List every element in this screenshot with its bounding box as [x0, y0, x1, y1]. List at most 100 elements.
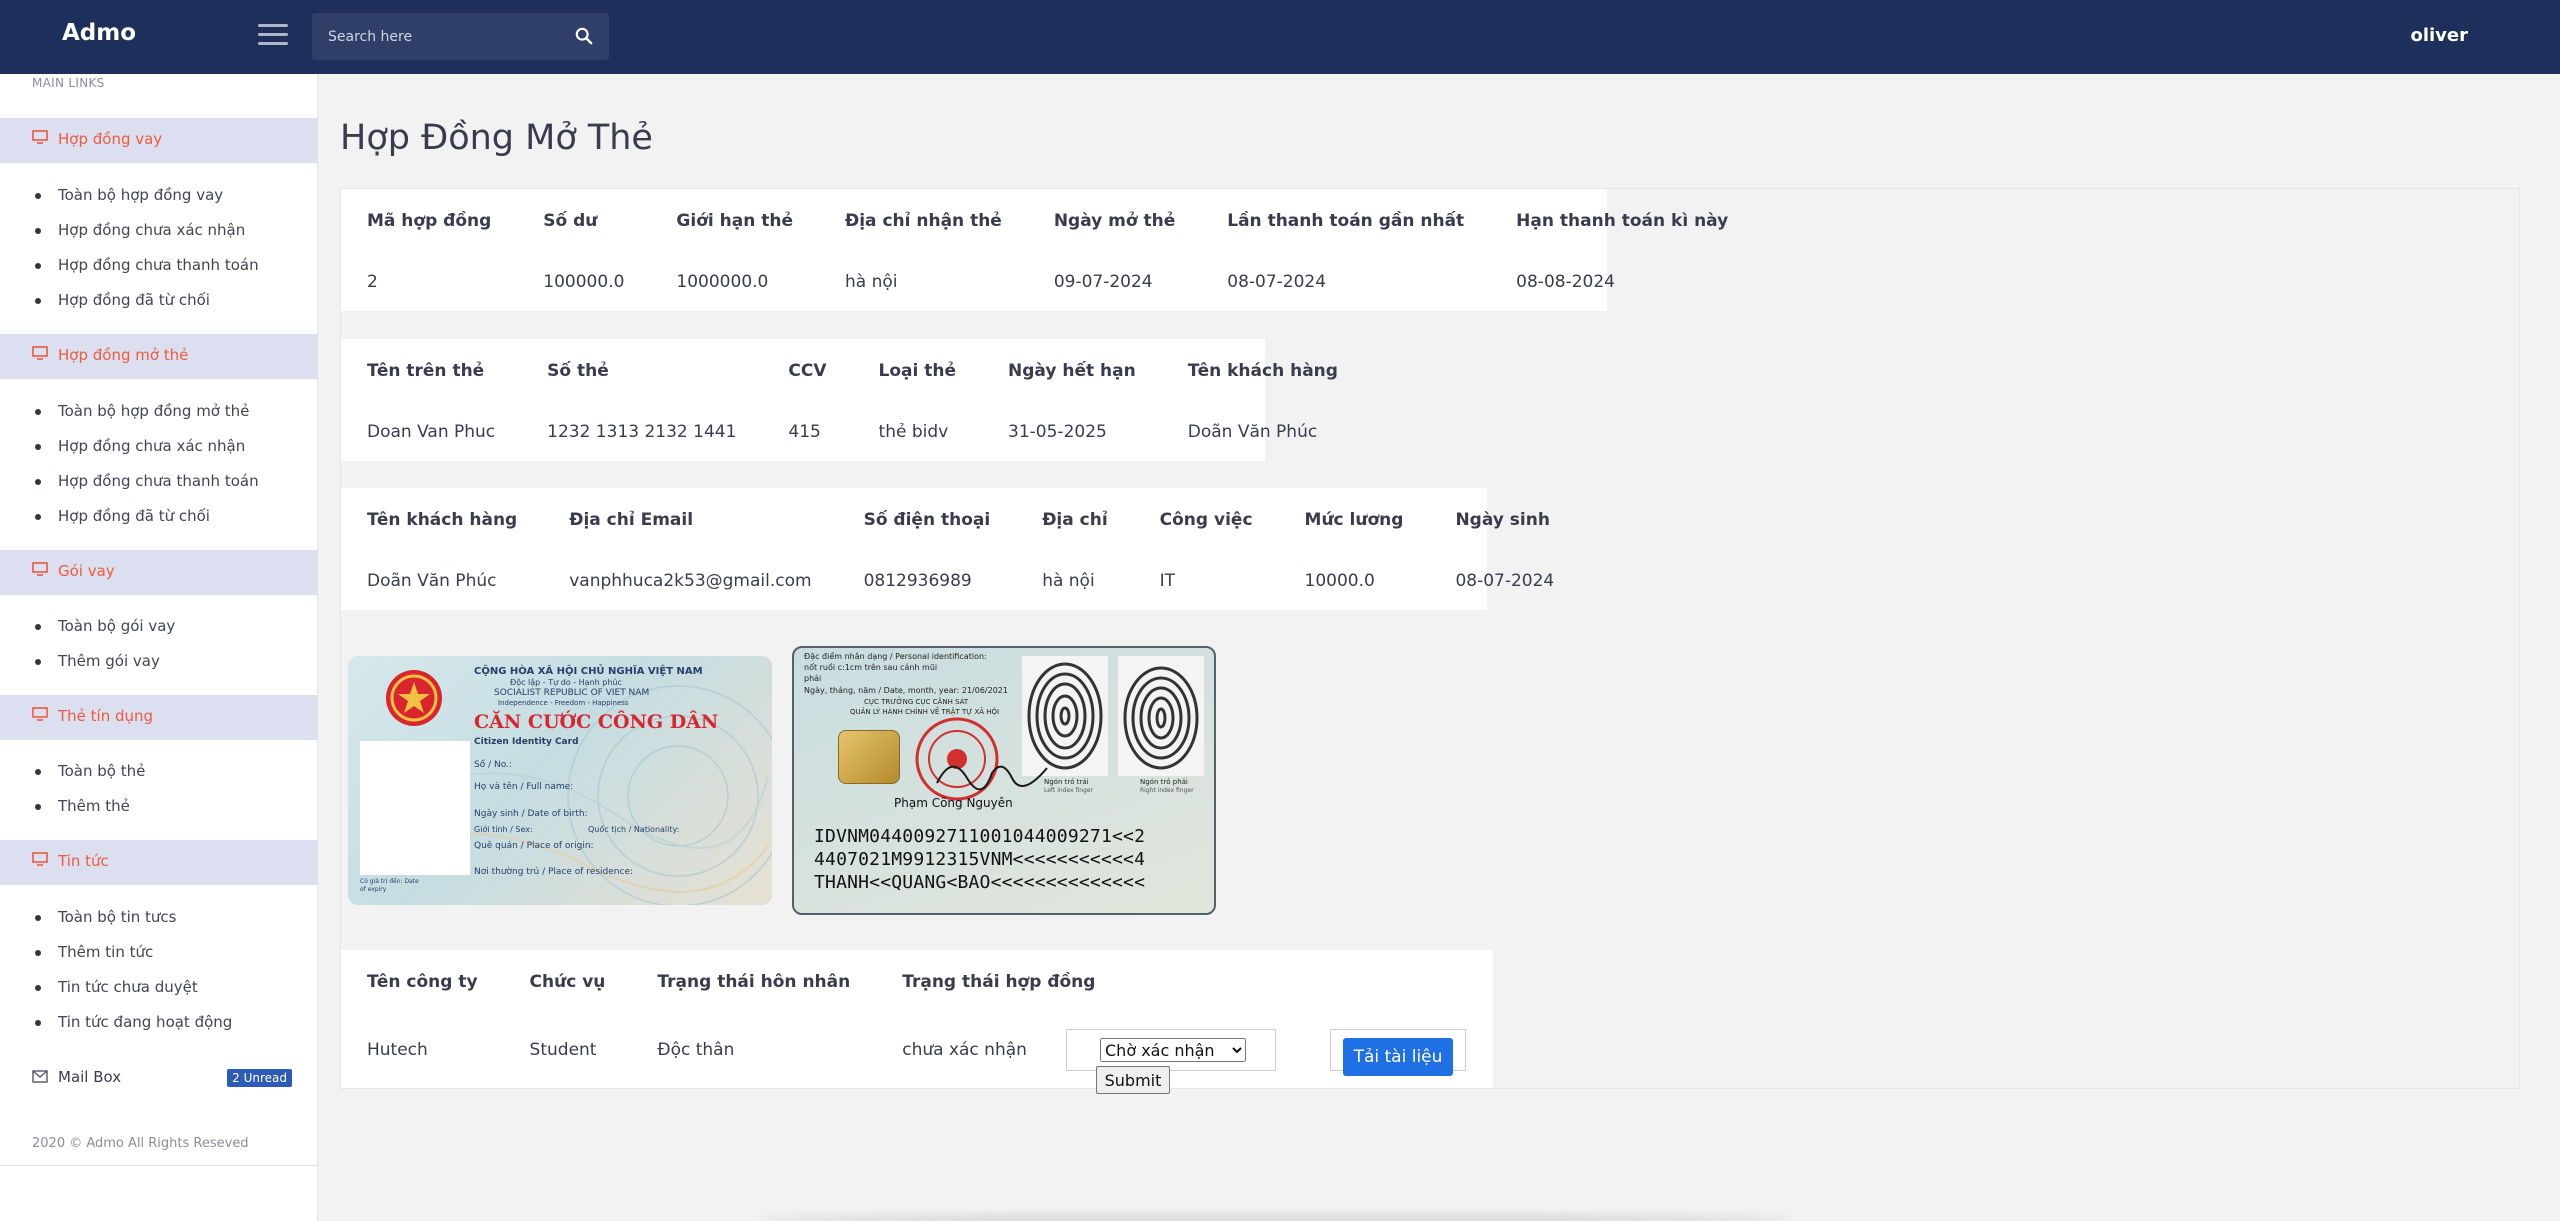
id-back-text: Right index finger	[1140, 787, 1194, 794]
table-header: Trạng thái hôn nhân	[657, 972, 851, 992]
id-motto-en-text: Independence - Freedom - Happiness	[498, 699, 629, 707]
menu-toggle-icon[interactable]	[258, 24, 288, 48]
sidebar-divider	[0, 1165, 318, 1166]
table-cell: hà nội	[1042, 571, 1095, 591]
id-card-front-image: CỘNG HÒA XÃ HỘI CHỦ NGHĨA VIỆT NAM Độc l…	[348, 656, 772, 905]
customer-info-table-card: Tên khách hàng Địa chỉ Email Số điện tho…	[341, 488, 1554, 610]
table-cell: 2	[367, 272, 378, 292]
table-cell: 08-07-2024	[1455, 571, 1555, 591]
id-subtitle-text: Citizen Identity Card	[474, 737, 579, 747]
table-cell: 08-08-2024	[1516, 272, 1615, 292]
table-header: Số dư	[543, 211, 598, 231]
table-cell: 08-07-2024	[1227, 272, 1327, 292]
table-header: Mã hợp đồng	[367, 211, 492, 231]
contract-table-card: Mã hợp đồng Số dư Giới hạn thẻ Địa chỉ n…	[341, 189, 1728, 311]
table-header-row: Tên trên thẻ Số thẻ CCV Loại thẻ Ngày hế…	[341, 339, 1364, 401]
card-info-table-card: Tên trên thẻ Số thẻ CCV Loại thẻ Ngày hế…	[341, 339, 1338, 461]
table-cell: Doan Van Phuc	[367, 422, 496, 442]
sidebar-section-the-tin-dung[interactable]: Thẻ tín dụng	[0, 695, 318, 740]
extra-info-table: Tên công ty Chức vụ Trạng thái hôn nhân …	[341, 950, 1121, 1088]
table-header-row: Tên công ty Chức vụ Trạng thái hôn nhân …	[341, 950, 1121, 1012]
table-header: Công việc	[1159, 510, 1253, 530]
emblem-icon	[386, 670, 442, 726]
mrz-line: IDVNM0440092711001044009271<<2	[814, 826, 1146, 847]
id-card-back-image: Đặc điểm nhân dạng / Personal identifica…	[792, 646, 1216, 915]
unread-badge: 2 Unread	[227, 1069, 292, 1087]
table-header: Địa chỉ nhận thẻ	[844, 211, 1002, 231]
id-back-text: phải	[804, 674, 822, 683]
sidebar-section-label: Gói vay	[58, 562, 115, 580]
fingerprint-right-icon	[1118, 656, 1204, 776]
mailbox-label: Mail Box	[58, 1068, 122, 1086]
id-back-text: nốt ruồi c:1cm trên sau cánh mũi	[804, 663, 938, 672]
table-header: Lần thanh toán gần nhất	[1227, 211, 1465, 231]
table-header: Tên khách hàng	[1187, 361, 1338, 381]
signature-icon	[936, 765, 1048, 791]
id-field-text: Quê quán / Place of origin:	[474, 841, 594, 851]
submit-button[interactable]: Submit	[1096, 1066, 1170, 1094]
table-header: Mức lương	[1304, 510, 1404, 530]
table-cell: Student	[529, 1040, 597, 1060]
table-row: Hutech Student Độc thân chưa xác nhận	[341, 1012, 1121, 1088]
id-field-text: Họ và tên / Full name:	[474, 782, 574, 792]
sidebar-section-hop-dong-mo-the[interactable]: Hợp đồng mở thẻ	[0, 334, 318, 379]
id-signer-text: Phạm Công Nguyên	[894, 796, 1013, 810]
top-bar: Admo oliver	[0, 0, 2560, 74]
id-back-text: Đặc điểm nhân dạng / Personal identifica…	[804, 652, 987, 661]
table-header: Địa chỉ Email	[569, 510, 694, 530]
sidebar-section-tin-tuc[interactable]: Tin tức	[0, 840, 318, 885]
extra-info-table-card: Tên công ty Chức vụ Trạng thái hôn nhân …	[341, 950, 1493, 1088]
table-cell: hà nội	[844, 272, 898, 292]
search-icon[interactable]	[575, 27, 593, 45]
card-info-table: Tên trên thẻ Số thẻ CCV Loại thẻ Ngày hế…	[341, 339, 1364, 463]
monitor-icon	[32, 562, 48, 576]
id-field-text: Ngày sinh / Date of birth:	[474, 809, 588, 819]
user-menu[interactable]: oliver	[2410, 25, 2468, 46]
id-country-en-text: SOCIALIST REPUBLIC OF VIET NAM	[494, 688, 650, 698]
table-row: Doãn Văn Phúc vanphhuca2k53@gmail.com 08…	[341, 550, 1580, 612]
table-header: Địa chỉ	[1042, 510, 1108, 530]
table-header: Tên công ty	[367, 972, 478, 992]
table-cell: thẻ bidv	[878, 422, 949, 442]
id-title-text: CĂN CƯỚC CÔNG DÂN	[474, 711, 719, 733]
table-cell: 1000000.0	[676, 272, 769, 292]
sidebar-section-label: Thẻ tín dụng	[58, 707, 154, 725]
search-input[interactable]	[312, 13, 562, 60]
sidebar-item-mailbox[interactable]: Mail Box 2 Unread	[32, 1068, 292, 1090]
id-field-text: Số / No.:	[474, 760, 512, 770]
mail-icon	[32, 1070, 48, 1083]
table-header: Tên khách hàng	[367, 510, 518, 530]
table-header: Hạn thanh toán kì này	[1516, 211, 1729, 231]
table-header: Chức vụ	[529, 972, 606, 992]
mrz-line: 4407021M9912315VNM<<<<<<<<<<<4	[814, 849, 1146, 870]
sidebar-section-goi-vay[interactable]: Gói vay	[0, 550, 318, 595]
id-back-text: Ngón trỏ phải	[1140, 778, 1188, 786]
table-header: Loại thẻ	[878, 361, 957, 381]
table-header: Ngày sinh	[1455, 510, 1550, 530]
table-row: 2 100000.0 1000000.0 hà nội 09-07-2024 0…	[341, 251, 1754, 313]
search-box	[312, 13, 609, 60]
table-header: Ngày hết hạn	[1008, 361, 1136, 381]
id-country-text: CỘNG HÒA XÃ HỘI CHỦ NGHĨA VIỆT NAM	[474, 666, 703, 677]
id-field-text: Quốc tịch / Nationality:	[588, 825, 680, 834]
bottom-shadow	[760, 1214, 1790, 1221]
table-cell: 09-07-2024	[1053, 272, 1153, 292]
contract-status-select[interactable]: Chờ xác nhận	[1100, 1038, 1246, 1062]
download-document-button[interactable]: Tải tài liệu	[1343, 1038, 1453, 1076]
sidebar-section-hop-dong-vay[interactable]: Hợp đồng vay	[0, 118, 318, 163]
sidebar-section-label: Hợp đồng mở thẻ	[58, 346, 189, 364]
page-title: Hợp Đồng Mở Thẻ	[340, 118, 653, 158]
table-header-row: Mã hợp đồng Số dư Giới hạn thẻ Địa chỉ n…	[341, 189, 1754, 251]
table-header: Trạng thái hợp đồng	[902, 972, 1096, 992]
table-cell: 0812936989	[863, 571, 972, 591]
table-cell: Doãn Văn Phúc	[1187, 422, 1318, 442]
sidebar-section-label: Tin tức	[58, 852, 109, 870]
table-header: Ngày mở thẻ	[1053, 211, 1176, 231]
table-cell: Doãn Văn Phúc	[367, 571, 497, 591]
table-header: Số điện thoại	[863, 510, 991, 530]
sidebar-section-label: Hợp đồng vay	[58, 130, 163, 148]
copyright-text: 2020 © Admo All Rights Reseved	[32, 1136, 249, 1151]
mrz-line: THANH<<QUANG<BAO<<<<<<<<<<<<<<	[814, 872, 1146, 893]
table-cell: 10000.0	[1304, 571, 1375, 591]
brand-logo[interactable]: Admo	[62, 20, 136, 46]
